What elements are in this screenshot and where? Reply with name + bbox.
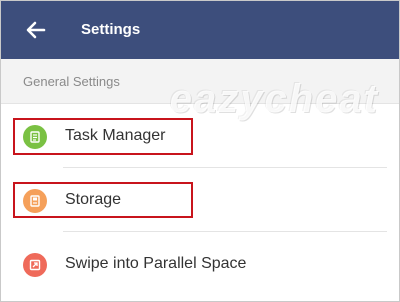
settings-item-label: Storage xyxy=(65,191,122,208)
back-arrow-icon[interactable] xyxy=(23,17,49,43)
swipe-icon xyxy=(23,253,47,277)
storage-icon xyxy=(23,189,47,213)
settings-screen: Settings General Settings eazycheat Task… xyxy=(0,0,400,302)
app-bar: Settings xyxy=(1,1,399,59)
section-label: General Settings xyxy=(23,74,120,89)
settings-item-swipe-parallel-space[interactable]: Swipe into Parallel Space xyxy=(1,232,399,296)
settings-item-task-manager[interactable]: Task Manager xyxy=(1,104,399,168)
settings-item-label: Swipe into Parallel Space xyxy=(65,255,247,272)
task-manager-icon xyxy=(23,125,47,149)
page-title: Settings xyxy=(81,21,141,38)
settings-item-storage[interactable]: Storage xyxy=(1,168,399,232)
settings-item-label: Task Manager xyxy=(65,127,166,144)
section-header: General Settings xyxy=(1,59,399,104)
